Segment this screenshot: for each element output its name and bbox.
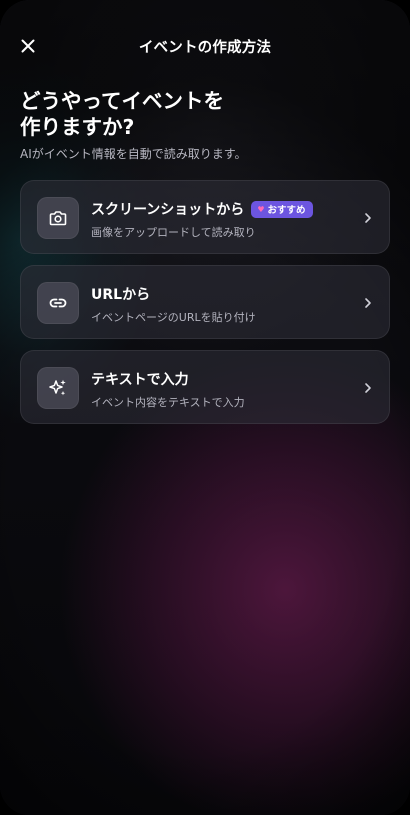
page-heading: どうやってイベントを 作りますか? <box>20 88 380 140</box>
option-url-icon-box <box>37 282 79 324</box>
option-screenshot-title-row: スクリーンショットから ♥ おすすめ <box>91 199 313 219</box>
option-text-icon-box <box>37 367 79 409</box>
option-text-title: テキストで入力 <box>91 372 189 388</box>
header-title: イベントの作成方法 <box>138 40 272 56</box>
camera-icon <box>49 211 67 226</box>
chevron-right-icon <box>363 210 373 226</box>
heart-icon: ♥ <box>257 204 265 214</box>
recommended-badge: ♥ おすすめ <box>251 200 313 218</box>
option-url-title: URLから <box>91 287 151 303</box>
option-url-card[interactable]: URLから イベントページのURLを貼り付け <box>20 265 390 339</box>
screen: イベントの作成方法 どうやってイベントを 作りますか? AIがイベント情報を自動… <box>0 0 410 815</box>
sparkles-icon <box>49 379 66 396</box>
option-screenshot-icon-box <box>37 197 79 239</box>
page-heading-line-2: 作りますか? <box>20 115 135 139</box>
chevron-right-icon <box>363 380 373 396</box>
option-url-title-row: URLから <box>91 284 150 304</box>
recommended-badge-label: おすすめ <box>267 205 306 216</box>
chevron-right-icon <box>363 295 373 311</box>
link-icon <box>49 298 67 308</box>
option-screenshot-description: 画像をアップロードして読み取り <box>91 226 256 239</box>
option-text-card[interactable]: テキストで入力 イベント内容をテキストで入力 <box>20 350 390 424</box>
option-text-description: イベント内容をテキストで入力 <box>91 396 245 409</box>
page-heading-line-1: どうやってイベントを <box>20 89 224 113</box>
option-text-title-row: テキストで入力 <box>91 369 189 389</box>
option-screenshot-title: スクリーンショットから <box>91 202 245 218</box>
option-url-description: イベントページのURLを貼り付け <box>91 311 256 324</box>
header: イベントの作成方法 <box>0 28 410 64</box>
option-screenshot-card[interactable]: スクリーンショットから ♥ おすすめ 画像をアップロードして読み取り <box>20 180 390 254</box>
page-subtitle: AIがイベント情報を自動で読み取ります。 <box>20 147 247 161</box>
